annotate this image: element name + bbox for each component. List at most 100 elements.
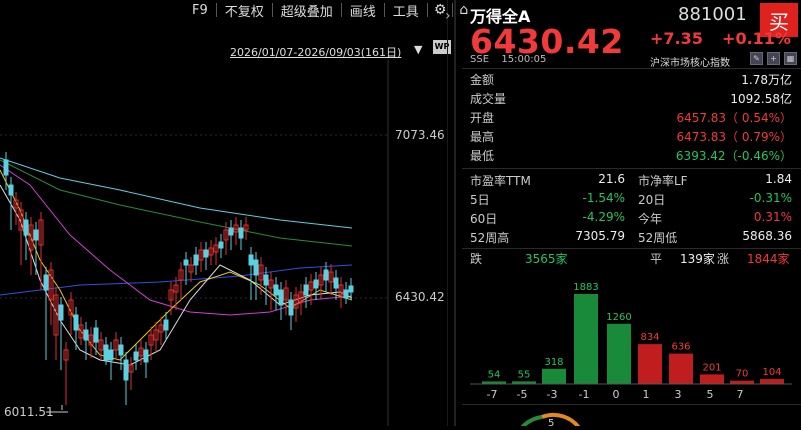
moving-average-line (0, 169, 353, 361)
candle-body (348, 285, 354, 293)
edit-icon[interactable]: ✎ (750, 52, 763, 65)
quote-time: 15:00:05 (501, 54, 547, 65)
toolbar-divider (271, 3, 273, 17)
divider (462, 68, 801, 69)
chart-date-range[interactable]: 2026/01/07-2026/09/03(161日) (230, 44, 401, 60)
candle-body (108, 349, 114, 361)
toolbar-divider (383, 3, 385, 17)
panel-divider (447, 0, 448, 426)
chart-toolbar: F9 不复权 超级叠加 画线 工具 ⚙ ⌂ (190, 0, 468, 20)
distribution-bar (638, 344, 662, 384)
candle-body (313, 279, 319, 289)
valuation-row: 市盈率TTM 21.6 市净率LF 1.84 (470, 170, 792, 189)
distribution-tick-label: 1 (643, 388, 650, 401)
stat-row: 最低 6393.42（-0.46%） (470, 146, 792, 165)
sentiment-gauge: 5 (462, 405, 801, 430)
candle-body (288, 299, 294, 316)
candle-body (73, 314, 79, 331)
distribution-bar-label: 1883 (573, 282, 598, 293)
distribution-bar (700, 374, 724, 384)
valuation-label: 52周高 (470, 231, 510, 245)
distribution-bar-label: 201 (702, 362, 721, 373)
candle-body (33, 229, 39, 241)
distribution-tick-label: -7 (487, 388, 498, 401)
toolbar-super-overlay[interactable]: 超级叠加 (279, 1, 335, 20)
valuation-value: 0.31% (753, 210, 792, 224)
distribution-tick-label: 7 (737, 388, 744, 401)
valuation-label: 20日 (638, 193, 666, 207)
distribution-bar (730, 380, 754, 384)
price-label-high: 7073.46 (395, 128, 445, 142)
stat-label: 金额 (470, 73, 495, 87)
security-code: 881001 (678, 4, 747, 25)
distribution-tick-label: 3 (675, 388, 682, 401)
moving-average-line (0, 157, 353, 229)
candle-body (248, 254, 254, 266)
stat-value: 6457.83（ 0.54%） (676, 111, 792, 125)
flat-label: 平 (650, 252, 663, 266)
distribution-chart[interactable]: 54 55 318 1883 1260 834 636 201 70 104 -7 -5 -3 -1 0 1 3… (462, 266, 801, 406)
panel-divider-thick[interactable] (454, 0, 456, 426)
price-label-low: 6011.51 (4, 405, 54, 419)
candle-body (273, 284, 279, 296)
candlestick-svg (0, 60, 390, 426)
toolbar-no-rights-adjust[interactable]: 不复权 (223, 1, 266, 20)
home-icon[interactable]: ⌂ (459, 2, 468, 18)
grid-icon[interactable]: ▦ (784, 52, 797, 65)
candle-body (193, 254, 199, 266)
add-icon[interactable]: + (767, 52, 780, 65)
candle-body (203, 249, 209, 258)
divider (462, 168, 801, 169)
candle-body (333, 277, 339, 289)
distribution-bar (760, 379, 784, 384)
stat-row: 金额 1.78万亿 (470, 70, 792, 89)
gauge-tick: 5 (548, 418, 554, 426)
quote-tools: ✎ + ▦ (750, 52, 797, 65)
candle-body (263, 274, 269, 286)
distribution-bar-label: 70 (736, 369, 749, 380)
candle-body (43, 274, 49, 291)
distribution-bar (574, 294, 598, 384)
valuation-row: 5日 -1.54% 20日 -0.31% (470, 189, 792, 208)
valuation-row: 52周高 7305.79 52周低 5868.36 (470, 227, 792, 246)
distribution-tick-label: 5 (707, 388, 714, 401)
valuation-value: -4.29% (582, 210, 625, 224)
valuation-value: -1.54% (582, 191, 625, 205)
chevron-right-icon[interactable]: › (445, 8, 451, 24)
distribution-bar-label: 636 (671, 342, 690, 353)
price-label-last: 6430.42 (395, 290, 445, 304)
toolbar-draw-line[interactable]: 画线 (348, 1, 378, 20)
stat-value: 1092.58亿 (730, 92, 792, 106)
toolbar-divider (340, 3, 342, 17)
candle-body (103, 344, 109, 361)
valuation-label: 今年 (638, 212, 663, 226)
divider (462, 248, 801, 249)
candle-body (23, 219, 29, 236)
distribution-bar (669, 353, 693, 384)
candle-body (123, 359, 129, 381)
distribution-bar-label: 318 (544, 357, 563, 368)
gauge-arc-green (517, 415, 543, 430)
candle-body (218, 241, 224, 249)
candle-body (143, 349, 149, 363)
decline-label: 跌 (470, 252, 483, 266)
candle-body (83, 329, 89, 341)
toolbar-tools[interactable]: 工具 (391, 1, 421, 20)
distribution-bar-label: 54 (488, 369, 501, 380)
stat-label: 最高 (470, 130, 495, 144)
candlestick-chart[interactable] (0, 60, 446, 426)
valuation-value: 7305.79 (575, 229, 625, 243)
distribution-tick-label: -1 (579, 388, 590, 401)
dropdown-triangle-icon[interactable]: ▼ (414, 43, 422, 56)
distribution-bar-label: 1260 (606, 312, 631, 323)
toolbar-f9[interactable]: F9 (190, 3, 210, 18)
candle-body (253, 259, 259, 276)
candle-body (133, 351, 139, 361)
distribution-svg: 54 55 318 1883 1260 834 636 201 70 104 -7 -5 -3 -1 0 1 3… (470, 282, 792, 401)
valuation-label: 市净率LF (638, 174, 688, 188)
stat-row: 开盘 6457.83（ 0.54%） (470, 108, 792, 127)
wp-badge[interactable]: WP (433, 40, 451, 54)
distribution-bar-label: 104 (762, 367, 781, 378)
exchange-code: SSE (470, 54, 490, 65)
toolbar-divider (426, 3, 428, 17)
